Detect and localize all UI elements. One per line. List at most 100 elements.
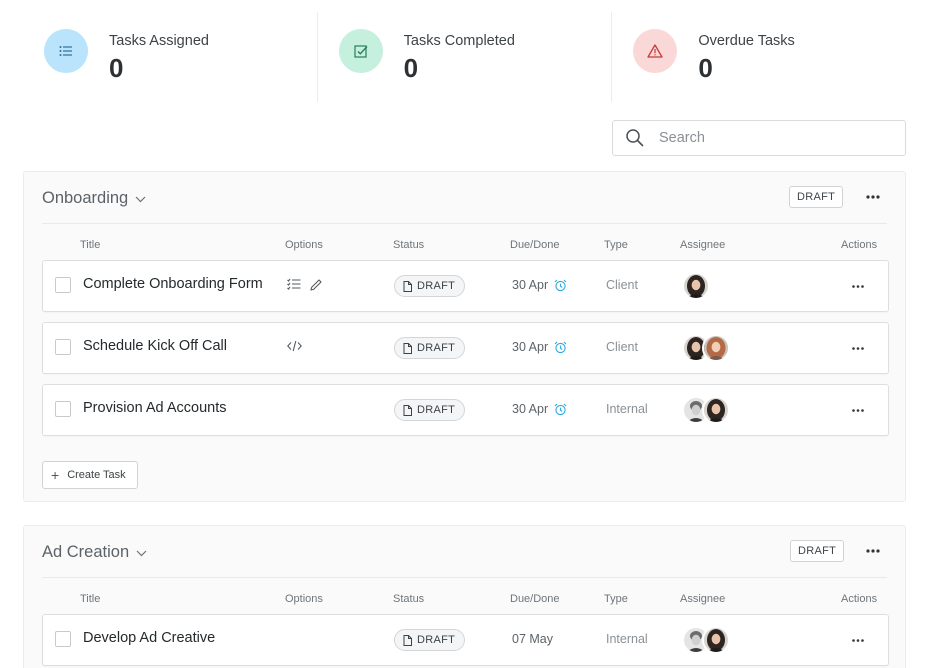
- task-checkbox[interactable]: [55, 339, 71, 355]
- task-title[interactable]: Provision Ad Accounts: [83, 400, 226, 416]
- chevron-down-icon: [136, 550, 147, 557]
- document-icon: [403, 634, 412, 646]
- column-header-actions: Actions: [841, 239, 878, 251]
- column-header-assignee: Assignee: [680, 593, 726, 605]
- more-horizontal-icon[interactable]: [846, 279, 870, 293]
- section-status-badge: DRAFT: [789, 186, 844, 208]
- more-horizontal-icon[interactable]: [846, 633, 870, 647]
- section-header[interactable]: Ad Creation: [42, 543, 147, 562]
- pencil-icon[interactable]: [309, 278, 323, 292]
- task-type: Client: [606, 278, 638, 292]
- column-header-title: Title: [80, 593, 101, 605]
- task-due: 30 Apr: [512, 340, 567, 354]
- assignee-list[interactable]: [682, 396, 730, 424]
- task-type: Internal: [606, 402, 648, 416]
- status-label: DRAFT: [417, 634, 456, 646]
- due-date: 30 Apr: [512, 402, 549, 416]
- document-icon: [403, 404, 412, 416]
- stat-label: Tasks Completed: [403, 33, 515, 49]
- due-date: 07 May: [512, 632, 553, 646]
- task-row[interactable]: Develop Ad Creative DRAFT 07 May Interna…: [42, 614, 889, 666]
- column-header-type: Type: [604, 593, 628, 605]
- column-header-status: Status: [393, 593, 425, 605]
- avatar[interactable]: [702, 626, 730, 654]
- due-date: 30 Apr: [512, 278, 549, 292]
- task-section-onboarding: Onboarding DRAFT Title Options Status Du…: [23, 171, 906, 502]
- column-header-options: Options: [285, 239, 323, 251]
- stat-value: 0: [403, 53, 419, 83]
- task-due: 30 Apr: [512, 278, 567, 292]
- task-type: Client: [606, 340, 638, 354]
- create-task-label: Create Task: [67, 469, 126, 481]
- create-task-button[interactable]: + Create Task: [42, 461, 138, 489]
- column-header-due: Due/Done: [510, 593, 560, 605]
- check-square-icon: [338, 29, 383, 73]
- stat-overdue-tasks: Overdue Tasks 0: [611, 12, 906, 102]
- avatar[interactable]: [702, 396, 730, 424]
- alarm-clock-icon: [554, 403, 567, 415]
- status-badge: DRAFT: [394, 275, 466, 297]
- section-status-badge: DRAFT: [790, 540, 845, 562]
- avatar[interactable]: [702, 334, 730, 362]
- task-row[interactable]: Complete Onboarding Form DRAFT 30 Apr Cl…: [42, 260, 889, 312]
- more-horizontal-icon[interactable]: [861, 543, 885, 559]
- task-section-ad-creation: Ad Creation DRAFT Title Options Status D…: [23, 525, 906, 668]
- avatar[interactable]: [682, 272, 710, 300]
- tasks-page: Tasks Assigned 0 Tasks Completed 0 Overd…: [0, 0, 931, 668]
- alarm-clock-icon: [554, 279, 567, 291]
- status-badge: DRAFT: [394, 629, 466, 651]
- stats-bar: Tasks Assigned 0 Tasks Completed 0 Overd…: [23, 12, 906, 102]
- search-icon: [626, 129, 644, 147]
- stat-value: 0: [698, 53, 713, 83]
- column-header-type: Type: [604, 239, 628, 251]
- stat-label: Tasks Assigned: [109, 33, 209, 49]
- list-icon: [44, 29, 88, 73]
- column-header-assignee: Assignee: [680, 239, 726, 251]
- status-label: DRAFT: [417, 342, 456, 354]
- task-type: Internal: [606, 632, 648, 646]
- column-header-options: Options: [285, 593, 323, 605]
- section-divider: [42, 577, 887, 578]
- task-checkbox[interactable]: [55, 401, 71, 417]
- column-header-actions: Actions: [841, 593, 878, 605]
- status-label: DRAFT: [417, 404, 456, 416]
- section-title: Onboarding: [42, 189, 129, 207]
- alarm-clock-icon: [554, 341, 567, 353]
- stat-label: Overdue Tasks: [698, 33, 795, 49]
- task-title[interactable]: Develop Ad Creative: [83, 630, 215, 646]
- status-badge: DRAFT: [394, 337, 466, 359]
- document-icon: [403, 342, 412, 354]
- task-due: 07 May: [512, 632, 553, 646]
- checklist-icon[interactable]: [287, 278, 301, 290]
- plus-icon: +: [51, 467, 60, 483]
- assignee-list[interactable]: [682, 626, 730, 654]
- more-horizontal-icon[interactable]: [846, 341, 870, 355]
- search-box[interactable]: [612, 120, 906, 156]
- stat-tasks-assigned: Tasks Assigned 0: [23, 12, 317, 102]
- task-checkbox[interactable]: [55, 631, 71, 647]
- warning-icon: [633, 29, 678, 73]
- stat-value: 0: [109, 53, 124, 83]
- search-input[interactable]: [659, 130, 889, 146]
- status-label: DRAFT: [417, 280, 456, 292]
- document-icon: [403, 280, 412, 292]
- task-options: [287, 340, 302, 352]
- task-checkbox[interactable]: [55, 277, 71, 293]
- column-header-status: Status: [393, 239, 425, 251]
- section-header[interactable]: Onboarding: [42, 189, 146, 208]
- assignee-list[interactable]: [682, 334, 730, 362]
- column-header-title: Title: [80, 239, 101, 251]
- chevron-down-icon: [135, 196, 146, 203]
- more-horizontal-icon[interactable]: [846, 403, 870, 417]
- task-title[interactable]: Schedule Kick Off Call: [83, 338, 227, 354]
- more-horizontal-icon[interactable]: [861, 189, 885, 205]
- task-row[interactable]: Schedule Kick Off Call DRAFT 30 Apr Clie…: [42, 322, 889, 374]
- code-icon[interactable]: [287, 340, 302, 352]
- stat-tasks-completed: Tasks Completed 0: [316, 12, 612, 102]
- task-title[interactable]: Complete Onboarding Form: [83, 276, 263, 292]
- assignee-list[interactable]: [682, 272, 710, 300]
- due-date: 30 Apr: [512, 340, 549, 354]
- task-row[interactable]: Provision Ad Accounts DRAFT 30 Apr Inter…: [42, 384, 889, 436]
- task-options: [287, 278, 323, 292]
- column-header-due: Due/Done: [510, 239, 560, 251]
